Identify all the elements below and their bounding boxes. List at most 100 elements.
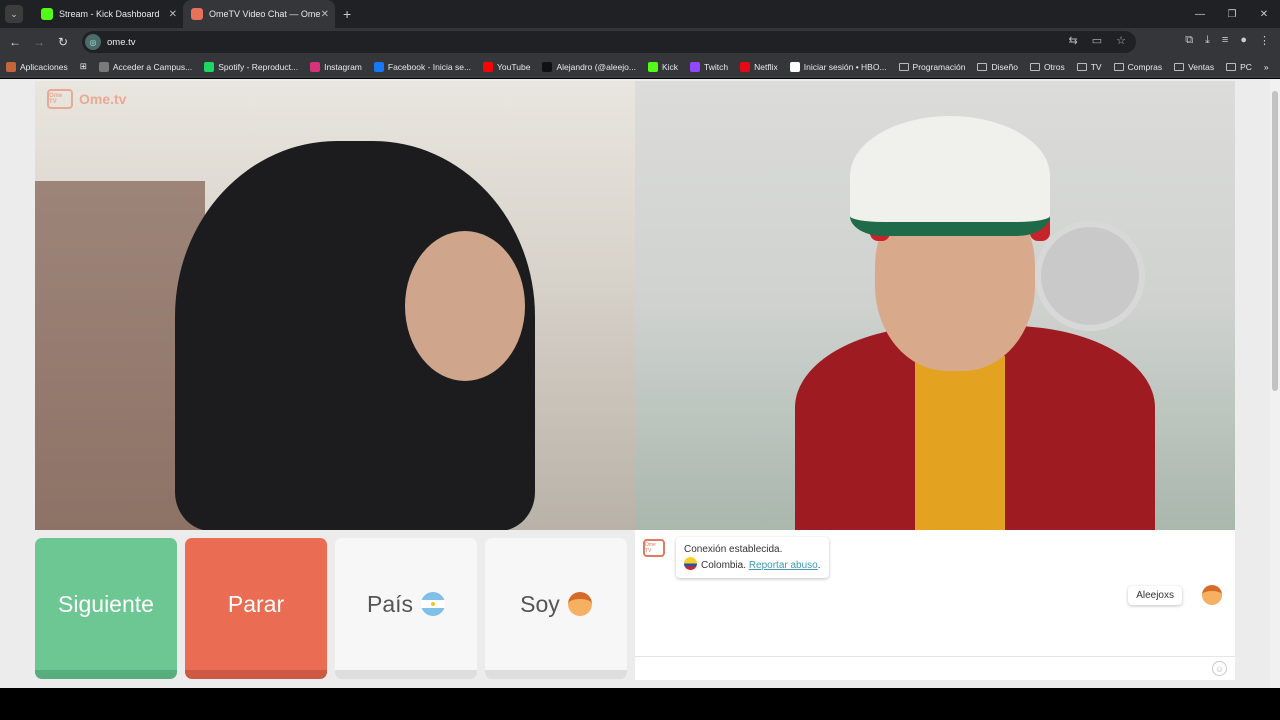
cast-icon[interactable]: ▭ [1092,34,1102,47]
new-tab-icon[interactable]: + [343,6,351,22]
folder-icon [1174,62,1185,71]
bookmark-label: TV [1090,61,1102,72]
country-label: País [366,590,414,617]
colombia-flag-icon [684,557,697,570]
bookmark-item[interactable]: Aplicaciones [6,61,68,72]
profile-icon[interactable]: ● [1240,34,1247,47]
next-label: Siguiente [58,590,154,617]
back-icon[interactable]: ← [3,35,27,49]
more-bookmarks-icon[interactable]: » [1264,62,1269,72]
bookmark-folder[interactable]: Ventas [1174,62,1214,72]
report-abuse-link[interactable]: Reportar abuso [749,560,818,571]
tab-groups-icon[interactable]: ⊞ [80,61,87,72]
bookmark-favicon-icon [483,61,494,72]
minimize-icon[interactable]: — [1184,0,1216,28]
bookmark-item[interactable]: Instagram [310,61,362,72]
bookmark-label: Alejandro (@aleejo... [556,61,636,72]
emoji-picker-icon[interactable]: ☺ [1212,661,1227,676]
site-info-icon[interactable]: ◎ [85,34,101,50]
bookmark-label: YouTube [497,61,531,72]
close-tab-icon[interactable]: ✕ [169,9,177,20]
bookmark-label: Facebook - Inicia se... [387,61,472,72]
extensions-icon[interactable]: ⧉ [1185,34,1193,47]
stranger-face [405,231,525,381]
bookmark-star-icon[interactable]: ☆ [1116,34,1126,47]
bookmark-label: Iniciar sesión • HBO... [803,61,887,72]
tab-search-icon[interactable]: ⌄ [5,5,23,23]
scrollbar-thumb[interactable] [1272,91,1278,391]
bookmark-folder[interactable]: Otros [1029,61,1065,72]
folder-icon [1113,62,1124,71]
user-name-badge: Aleejoxs [1128,586,1182,605]
restore-icon[interactable]: ❐ [1216,0,1248,28]
media-icon[interactable]: ≡ [1222,34,1228,47]
bookmark-item[interactable]: Alejandro (@aleejo... [542,61,636,72]
ometv-chat-icon: Ome TV [643,539,665,557]
bookmark-folder[interactable]: Diseño [977,62,1018,72]
boy-emoji-icon [567,592,592,616]
bookmark-item[interactable]: Twitch [690,61,728,72]
bookmark-item[interactable]: Kick [647,61,678,72]
background-fan [1035,221,1145,331]
next-button[interactable]: Siguiente [35,538,177,679]
bookmark-label: Acceder a Campus... [112,61,193,72]
bookmark-item[interactable]: Netflix [740,61,778,72]
bookmark-item[interactable]: Facebook - Inicia se... [373,61,472,72]
bookmark-favicon-icon [98,61,109,72]
bookmark-label: Instagram [324,61,362,72]
system-message: Conexión establecida. Colombia. Reportar… [676,537,829,578]
chat-controls: Siguiente Parar País Soy [35,538,627,679]
forward-icon[interactable]: → [27,35,51,49]
stop-button[interactable]: Parar [185,538,327,679]
reload-icon[interactable]: ↻ [51,35,75,49]
country-text: Colombia. [701,560,747,571]
chat-message-input[interactable] [643,657,1203,679]
bookmark-label: Spotify - Reproduct... [218,61,299,72]
bookmark-folder[interactable]: TV [1076,61,1102,72]
bookmark-label: Otros [1043,61,1065,72]
apps-grid-icon [6,61,16,72]
bookmark-folder[interactable]: Programación [898,61,966,72]
url-text[interactable]: ome.tv [107,37,136,48]
translate-icon[interactable]: ⇆ [1069,34,1078,47]
bookmark-item[interactable]: YouTube [483,61,531,72]
folder-icon [977,62,988,71]
bookmark-label: Compras [1127,61,1163,72]
logo-text: Ome.tv [79,91,127,107]
connection-text: Conexión establecida. [684,544,783,555]
bookmark-label: Programación [912,61,966,72]
bookmark-label: Ventas [1188,61,1215,72]
bookmark-favicon-icon [204,61,215,72]
folder-icon [1226,62,1237,71]
taskbar-area [0,688,1280,720]
close-window-icon[interactable]: ✕ [1248,0,1280,28]
bookmarks-bar: Aplicaciones ⊞ Acceder a Campus... Spotify … [0,56,1280,78]
bookmark-favicon-icon [690,61,701,72]
omnibox[interactable]: ◎ ome.tv ⇆ ▭ ☆ [82,31,1136,53]
tab-ometv[interactable]: OmeTV Video Chat — Ome ✕ [183,0,335,28]
menu-icon[interactable]: ⋮ [1259,34,1270,47]
page-scrollbar[interactable] [1270,79,1280,688]
gender-button[interactable]: Soy [485,538,627,679]
bookmark-label: Aplicaciones [20,61,68,72]
chat-input-bar: ☺ [635,656,1235,680]
tab-title: OmeTV Video Chat — Ome [209,9,321,19]
folder-icon [1029,62,1040,71]
bookmark-label: PC [1240,61,1252,72]
bookmark-label: Netflix [754,61,778,72]
country-button[interactable]: País [335,538,477,679]
window-controls: — ❐ ✕ [1184,0,1280,28]
bookmark-item[interactable]: Spotify - Reproduct... [204,61,299,72]
stop-label: Parar [227,590,285,617]
bookmark-item[interactable]: Iniciar sesión • HBO... [789,61,887,72]
bookmark-folder[interactable]: Compras [1113,61,1163,72]
bookmark-folder[interactable]: PC [1226,62,1252,72]
ometv-page: Ome TV Ome.tv Siguiente Parar País Soy O… [0,79,1270,688]
gender-label: Soy [520,590,560,617]
close-tab-icon[interactable]: ✕ [321,9,329,20]
folder-icon [898,62,909,71]
bookmark-item[interactable]: Acceder a Campus... [98,61,193,72]
tab-kick-dashboard[interactable]: Stream - Kick Dashboard ✕ [33,0,183,28]
bookmark-favicon-icon [789,61,800,72]
downloads-icon[interactable]: ⤓ [1205,34,1210,47]
